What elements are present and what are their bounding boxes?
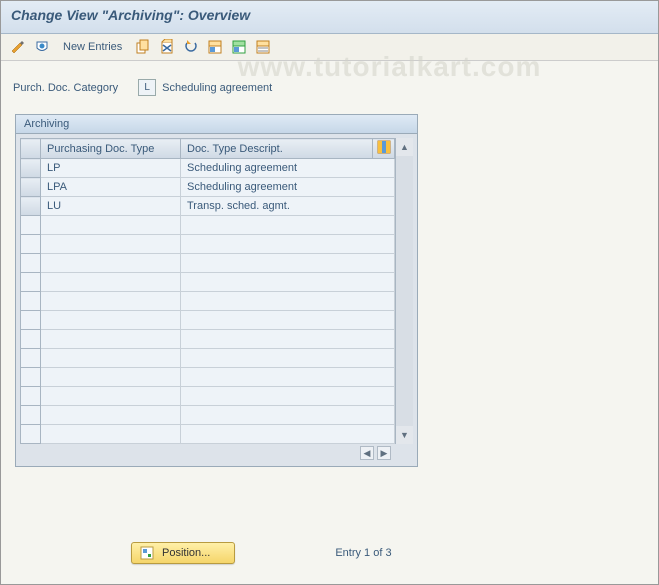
- page-title: Change View "Archiving": Overview: [11, 7, 648, 23]
- table-row[interactable]: [21, 311, 395, 330]
- table-row[interactable]: [21, 216, 395, 235]
- toolbar: New Entries: [1, 34, 658, 61]
- archiving-panel: Archiving Purchasing Doc. Type Doc. Type…: [15, 114, 418, 467]
- filter-value-box: L Scheduling agreement: [138, 79, 272, 96]
- cell-desc[interactable]: Scheduling agreement: [181, 178, 395, 197]
- scroll-track[interactable]: [396, 156, 413, 426]
- table-row[interactable]: [21, 425, 395, 444]
- filter-label: Purch. Doc. Category: [13, 82, 118, 94]
- footer: Position... Entry 1 of 3: [1, 542, 658, 564]
- horizontal-scrollbar[interactable]: ◀ ▶: [20, 444, 413, 462]
- select-all-icon[interactable]: [206, 38, 224, 56]
- row-selector[interactable]: [21, 178, 41, 197]
- entry-count: Entry 1 of 3: [335, 547, 391, 559]
- deselect-all-icon[interactable]: [254, 38, 272, 56]
- table-row[interactable]: [21, 292, 395, 311]
- position-icon: [140, 546, 154, 560]
- delete-icon[interactable]: [158, 38, 176, 56]
- other-view-icon[interactable]: [33, 38, 51, 56]
- table-row[interactable]: LU Transp. sched. agmt.: [21, 197, 395, 216]
- row-selector[interactable]: [21, 159, 41, 178]
- new-entries-button[interactable]: New Entries: [57, 39, 128, 55]
- table-row[interactable]: [21, 387, 395, 406]
- table-row[interactable]: [21, 254, 395, 273]
- vertical-scrollbar[interactable]: ▲ ▼: [395, 138, 413, 444]
- scroll-up-icon[interactable]: ▲: [398, 140, 412, 154]
- table-row[interactable]: [21, 406, 395, 425]
- position-label: Position...: [162, 547, 210, 559]
- cell-type[interactable]: LP: [41, 159, 181, 178]
- table-row[interactable]: [21, 368, 395, 387]
- cell-desc[interactable]: Transp. sched. agmt.: [181, 197, 395, 216]
- scroll-left-icon[interactable]: ◀: [360, 446, 374, 460]
- copy-as-icon[interactable]: [134, 38, 152, 56]
- cell-type[interactable]: LU: [41, 197, 181, 216]
- config-column-icon[interactable]: [373, 139, 395, 159]
- col-purchasing-doc-type[interactable]: Purchasing Doc. Type: [41, 139, 181, 159]
- filter-value: Scheduling agreement: [162, 82, 272, 94]
- scroll-down-icon[interactable]: ▼: [398, 428, 412, 442]
- table-row[interactable]: [21, 330, 395, 349]
- select-block-icon[interactable]: [230, 38, 248, 56]
- select-all-header[interactable]: [21, 139, 41, 159]
- panel-title: Archiving: [16, 115, 417, 134]
- col-doc-type-descript[interactable]: Doc. Type Descript.: [181, 139, 373, 159]
- archiving-table: Purchasing Doc. Type Doc. Type Descript.…: [20, 138, 395, 444]
- cell-desc[interactable]: Scheduling agreement: [181, 159, 395, 178]
- title-bar: Change View "Archiving": Overview: [1, 1, 658, 34]
- position-button[interactable]: Position...: [131, 542, 235, 564]
- table-row[interactable]: [21, 235, 395, 254]
- toggle-display-change-icon[interactable]: [9, 38, 27, 56]
- table-row[interactable]: [21, 273, 395, 292]
- scroll-right-icon[interactable]: ▶: [377, 446, 391, 460]
- filter-code[interactable]: L: [138, 79, 156, 96]
- table-row[interactable]: LP Scheduling agreement: [21, 159, 395, 178]
- undo-change-icon[interactable]: [182, 38, 200, 56]
- filter-row: Purch. Doc. Category L Scheduling agreem…: [1, 61, 658, 104]
- cell-type[interactable]: LPA: [41, 178, 181, 197]
- table-row[interactable]: LPA Scheduling agreement: [21, 178, 395, 197]
- table-row[interactable]: [21, 349, 395, 368]
- row-selector[interactable]: [21, 197, 41, 216]
